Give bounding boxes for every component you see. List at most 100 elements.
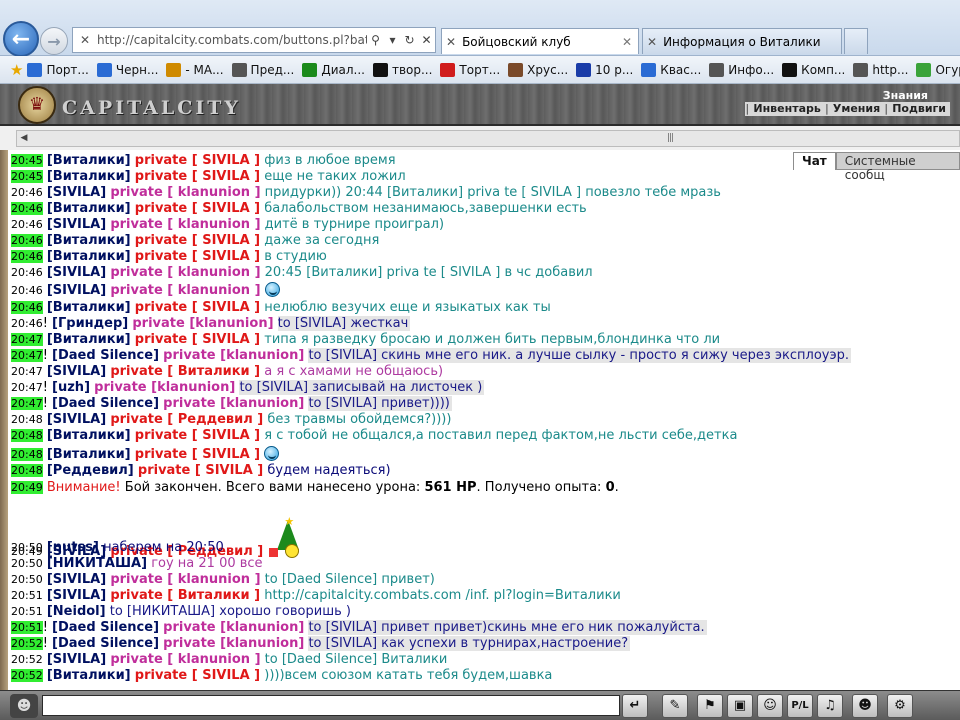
private-target[interactable]: private [klanunion] <box>132 316 273 331</box>
send-button[interactable]: ↵ <box>622 694 648 718</box>
nav-inventory[interactable]: Инвентарь <box>749 102 824 116</box>
message-nick[interactable]: [НИКИТАША] <box>47 556 147 571</box>
nav-feats[interactable]: Подвиги <box>888 102 950 116</box>
message-nick[interactable]: [Виталики] <box>47 169 131 184</box>
favorite-item[interactable]: Квас... <box>641 62 701 77</box>
message-nick[interactable]: [Виталики] <box>47 233 131 248</box>
favorites-star-icon[interactable]: ★ <box>10 61 23 79</box>
private-target[interactable]: private [ SIVILA ] <box>135 300 260 315</box>
horizontal-scrollbar[interactable]: ◀ ||| <box>0 126 960 150</box>
private-target[interactable]: private [ SIVILA ] <box>135 249 260 264</box>
message-nick[interactable]: [Виталики] <box>47 428 131 443</box>
refresh-icon[interactable]: ↻ <box>401 33 418 47</box>
message-nick[interactable]: [Виталики] <box>47 668 131 683</box>
message-nick[interactable]: [Daed Silence] <box>52 620 159 635</box>
message-nick[interactable]: [Виталики] <box>47 153 131 168</box>
favorite-item[interactable]: Порт... <box>27 62 89 77</box>
new-tab-button[interactable] <box>844 28 868 54</box>
private-target[interactable]: private [klanunion] <box>163 348 304 363</box>
private-target[interactable]: private [ Виталики ] <box>110 588 260 603</box>
private-target[interactable]: private [ SIVILA ] <box>135 332 260 347</box>
scrollbar-grip-icon[interactable]: ||| <box>667 133 674 143</box>
private-target[interactable]: private [klanunion] <box>163 636 304 651</box>
search-icon[interactable]: ⚲ <box>367 33 384 47</box>
message-nick[interactable]: [SIVILA] <box>47 217 106 232</box>
private-target[interactable]: private [ klanunion ] <box>110 652 260 667</box>
private-target[interactable]: private [ klanunion ] <box>110 283 260 298</box>
private-target[interactable]: private [ Виталики ] <box>110 364 260 379</box>
private-target[interactable]: private [ klanunion ] <box>110 217 260 232</box>
message-nick[interactable]: [Daed Silence] <box>52 348 159 363</box>
tab-close-icon[interactable]: ✕ <box>622 35 632 49</box>
favorite-item[interactable]: Комп... <box>782 62 845 77</box>
stop-icon[interactable]: ✕ <box>418 33 435 47</box>
message-nick[interactable]: [Виталики] <box>47 201 131 216</box>
favorite-item[interactable]: Диал... <box>302 62 365 77</box>
favorite-item[interactable]: Торт... <box>440 62 500 77</box>
dropdown-icon[interactable]: ▾ <box>384 33 401 47</box>
private-target[interactable]: private [ klanunion ] <box>110 265 260 280</box>
private-target[interactable]: private [klanunion] <box>94 380 235 395</box>
private-target[interactable]: private [ SIVILA ] <box>135 428 260 443</box>
private-target[interactable]: private [ SIVILA ] <box>138 463 263 478</box>
back-button[interactable]: ← <box>3 21 39 57</box>
message-nick[interactable]: [SIVILA] <box>47 572 106 587</box>
favorite-item[interactable]: http... <box>853 62 908 77</box>
favorite-item[interactable]: Черн... <box>96 62 158 77</box>
message-nick[interactable]: [Виталики] <box>47 300 131 315</box>
message-nick[interactable]: [Daed Silence] <box>52 636 159 651</box>
private-target[interactable]: private [klanunion] <box>163 620 304 635</box>
tab-system-messages[interactable]: Системные сообщ <box>835 152 960 182</box>
private-target[interactable]: private [ SIVILA ] <box>135 668 260 683</box>
avatar[interactable]: ☻ <box>10 694 38 718</box>
forward-button[interactable]: → <box>40 27 68 55</box>
chat-input[interactable] <box>42 695 620 716</box>
message-nick[interactable]: [Гриндер] <box>52 316 128 331</box>
emote-button[interactable]: ☻ <box>852 694 878 718</box>
private-target[interactable]: private [ SIVILA ] <box>135 153 260 168</box>
message-nick[interactable]: [nutss] <box>47 540 99 555</box>
favorite-item[interactable]: твор... <box>372 62 432 77</box>
address-url[interactable]: http://capitalcity.combats.com/buttons.p… <box>97 33 367 47</box>
private-target[interactable]: private [ Реддевил ] <box>110 412 263 427</box>
smile-button[interactable]: ☺ <box>757 694 783 718</box>
favorite-item[interactable]: 10 р... <box>576 62 633 77</box>
message-nick[interactable]: [SIVILA] <box>47 185 106 200</box>
message-nick[interactable]: [uzh] <box>52 380 90 395</box>
address-bar[interactable]: ✕ http://capitalcity.combats.com/buttons… <box>72 27 436 53</box>
private-target[interactable]: private [ klanunion ] <box>110 572 260 587</box>
scrollbar-track[interactable]: ◀ ||| <box>16 130 960 147</box>
private-target[interactable]: private [klanunion] <box>163 396 304 411</box>
message-nick[interactable]: [SIVILA] <box>47 265 106 280</box>
message-nick[interactable]: [Виталики] <box>47 332 131 347</box>
translit-button[interactable]: P/L <box>787 694 813 718</box>
message-nick[interactable]: [SIVILA] <box>47 652 106 667</box>
private-target[interactable]: private [ klanunion ] <box>110 185 260 200</box>
message-nick[interactable]: [Neidol] <box>47 604 106 619</box>
knowledge-link[interactable]: Знания <box>883 89 928 102</box>
tab-chat[interactable]: Чат <box>793 152 836 170</box>
tab-info[interactable]: ✕ Информация о Виталики <box>642 28 842 54</box>
message-nick[interactable]: [SIVILA] <box>47 283 106 298</box>
private-target[interactable]: private [ SIVILA ] <box>135 201 260 216</box>
tab-combats[interactable]: ✕ Бойцовский клуб ✕ <box>441 28 639 54</box>
clear-button[interactable]: ✎ <box>662 694 688 718</box>
scroll-left-icon[interactable]: ◀ <box>17 131 31 146</box>
favorite-item[interactable]: Хрус... <box>508 62 568 77</box>
music-button[interactable]: ♫ <box>817 694 843 718</box>
favorite-item[interactable]: Инфо... <box>709 62 774 77</box>
message-nick[interactable]: [Daed Silence] <box>52 396 159 411</box>
favorite-item[interactable]: Пред... <box>231 62 294 77</box>
filter-button[interactable]: ⚑ <box>697 694 723 718</box>
private-target[interactable]: private [ SIVILA ] <box>135 447 260 462</box>
save-button[interactable]: ▣ <box>727 694 753 718</box>
message-nick[interactable]: [SIVILA] <box>47 588 106 603</box>
message-nick[interactable]: [SIVILA] <box>47 364 106 379</box>
message-nick[interactable]: [Виталики] <box>47 249 131 264</box>
message-nick[interactable]: [Реддевил] <box>47 463 134 478</box>
private-target[interactable]: private [ SIVILA ] <box>135 233 260 248</box>
message-nick[interactable]: [SIVILA] <box>47 412 106 427</box>
private-target[interactable]: private [ SIVILA ] <box>135 169 260 184</box>
message-nick[interactable]: [Виталики] <box>47 447 131 462</box>
settings-button[interactable]: ⚙ <box>887 694 913 718</box>
